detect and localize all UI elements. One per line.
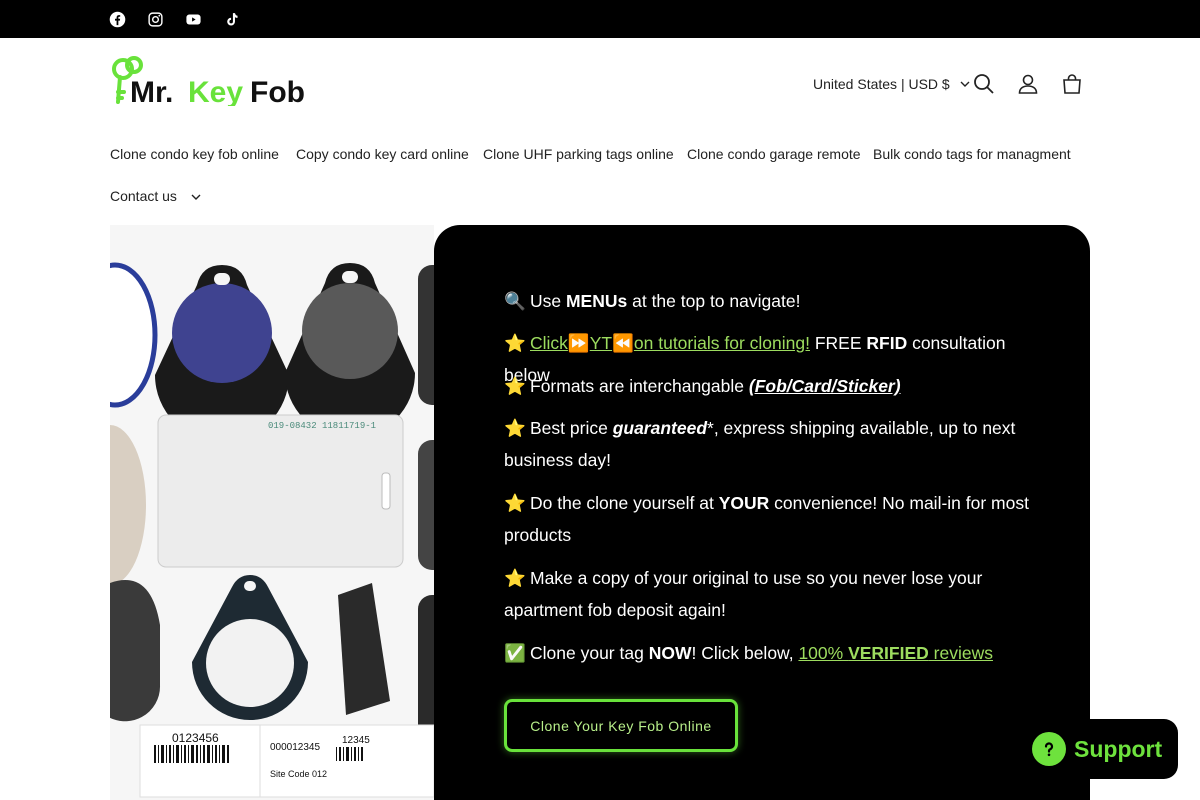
info-line-reviews: ✅ Clone your tag NOW! Click below, 100% V… xyxy=(504,637,1034,669)
cart-icon[interactable] xyxy=(1060,72,1084,96)
verified-reviews-link[interactable]: 100% VERIFIED reviews xyxy=(798,643,993,663)
info-line-formats: ⭐ Formats are interchangable (Fob/Card/St… xyxy=(504,370,1034,402)
search-icon[interactable] xyxy=(972,72,996,96)
instagram-icon[interactable] xyxy=(146,10,164,28)
card-id: 000012345 xyxy=(270,742,320,753)
social-bar xyxy=(0,0,1200,38)
hero-product-image: 019-08432 11811719-1 0123456 000012345 1… xyxy=(110,225,434,800)
chevron-down-icon xyxy=(960,81,970,87)
magnifier-emoji: 🔍 xyxy=(504,291,526,311)
barcode-number: 0123456 xyxy=(172,731,219,745)
site-logo[interactable]: Mr. Key Fob xyxy=(110,54,310,106)
nav-clone-condo-key-fob[interactable]: Clone condo key fob online xyxy=(110,146,279,162)
tutorials-link-click[interactable]: Click xyxy=(530,333,568,353)
youtube-icon[interactable] xyxy=(184,10,202,28)
info-line-copy: ⭐ Make a copy of your original to use so … xyxy=(504,562,1034,626)
site-code: Site Code 012 xyxy=(270,769,327,779)
check-emoji: ✅ xyxy=(504,643,526,663)
facebook-icon[interactable] xyxy=(108,10,126,28)
tutorials-link[interactable]: on tutorials for cloning! xyxy=(634,333,810,353)
star-emoji: ⭐ xyxy=(504,333,526,353)
info-line-menus: 🔍 Use MENUs at the top to navigate! xyxy=(504,285,1034,317)
fast-forward-emoji: ⏩ xyxy=(567,333,590,353)
formats-link[interactable]: (Fob/Card/Sticker) xyxy=(749,376,901,396)
clone-key-fob-button[interactable]: Clone Your Key Fob Online xyxy=(504,699,738,752)
tiktok-icon[interactable] xyxy=(222,10,240,28)
nav-clone-condo-garage-remote[interactable]: Clone condo garage remote xyxy=(687,146,861,162)
card-id-2: 12345 xyxy=(342,735,370,746)
nav-copy-condo-key-card[interactable]: Copy condo key card online xyxy=(296,146,469,162)
nav-contact-us-label: Contact us xyxy=(110,188,177,204)
tutorials-link-yt[interactable]: YT xyxy=(590,333,612,353)
star-emoji: ⭐ xyxy=(504,376,526,396)
nav-contact-us[interactable]: Contact us xyxy=(110,188,201,204)
nav-clone-uhf-parking-tags[interactable]: Clone UHF parking tags online xyxy=(483,146,674,162)
star-emoji: ⭐ xyxy=(504,568,526,588)
card-number: 019-08432 11811719-1 xyxy=(268,421,376,431)
help-icon xyxy=(1032,732,1066,766)
country-selector[interactable]: United States | USD $ xyxy=(813,76,970,92)
account-icon[interactable] xyxy=(1016,72,1040,96)
star-emoji: ⭐ xyxy=(504,493,526,513)
support-label: Support xyxy=(1074,735,1163,762)
info-line-diy: ⭐ Do the clone yourself at YOUR convenien… xyxy=(504,487,1034,551)
info-panel: 🔍 Use MENUs at the top to navigate! ⭐ Clic… xyxy=(434,225,1090,800)
logo-text-suffix: Fob xyxy=(250,76,305,106)
chevron-down-icon xyxy=(191,194,201,201)
country-label: United States | USD $ xyxy=(813,76,950,92)
star-emoji: ⭐ xyxy=(504,418,526,438)
info-line-price: ⭐ Best price guaranteed*, express shippin… xyxy=(504,412,1034,476)
support-chat-button[interactable]: Support xyxy=(1020,719,1178,779)
rewind-emoji: ⏪ xyxy=(612,333,634,353)
nav-bulk-condo-tags[interactable]: Bulk condo tags for managment xyxy=(873,146,1071,162)
logo-text-key: Key xyxy=(188,76,243,106)
logo-text-prefix: Mr. xyxy=(130,76,173,106)
